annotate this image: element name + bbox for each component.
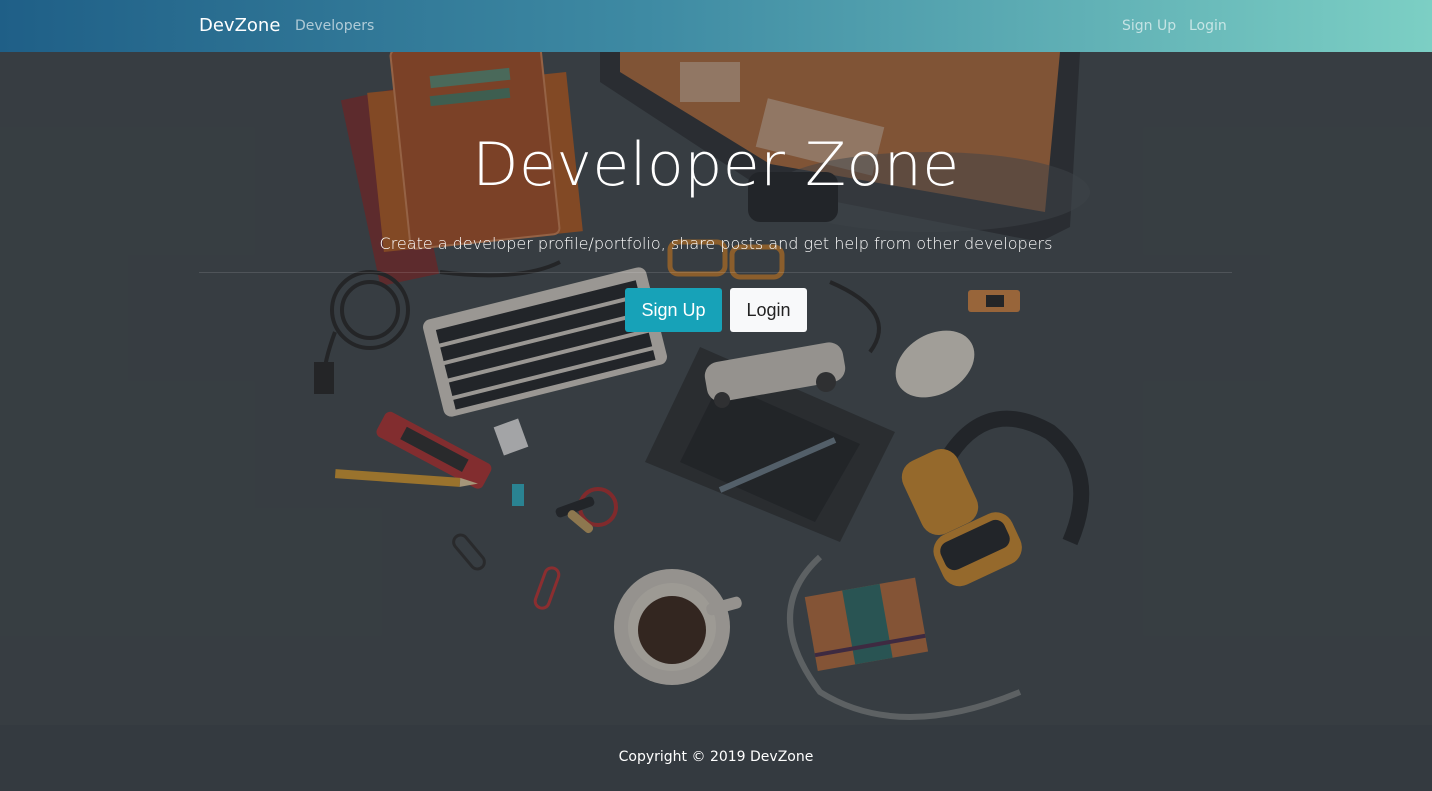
page-footer: Copyright © 2019 DevZone [0, 725, 1432, 791]
copyright-text: Copyright © 2019 DevZone [618, 749, 814, 765]
nav-signup-link[interactable]: Sign Up [1122, 18, 1176, 34]
nav-login-link[interactable]: Login [1189, 18, 1227, 34]
landing-hero: Developer Zone Create a developer profil… [0, 52, 1432, 725]
hero-signup-button[interactable]: Sign Up [625, 288, 722, 332]
hero-title: Developer Zone [472, 130, 960, 200]
top-navbar: DevZone Developers Sign Up Login [0, 0, 1432, 52]
brand-link[interactable]: DevZone [199, 15, 280, 36]
nav-developers-link[interactable]: Developers [295, 18, 374, 34]
hero-lead: Create a developer profile/portfolio, sh… [379, 234, 1053, 253]
hero-divider [199, 272, 1232, 273]
hero-login-button[interactable]: Login [730, 288, 807, 332]
